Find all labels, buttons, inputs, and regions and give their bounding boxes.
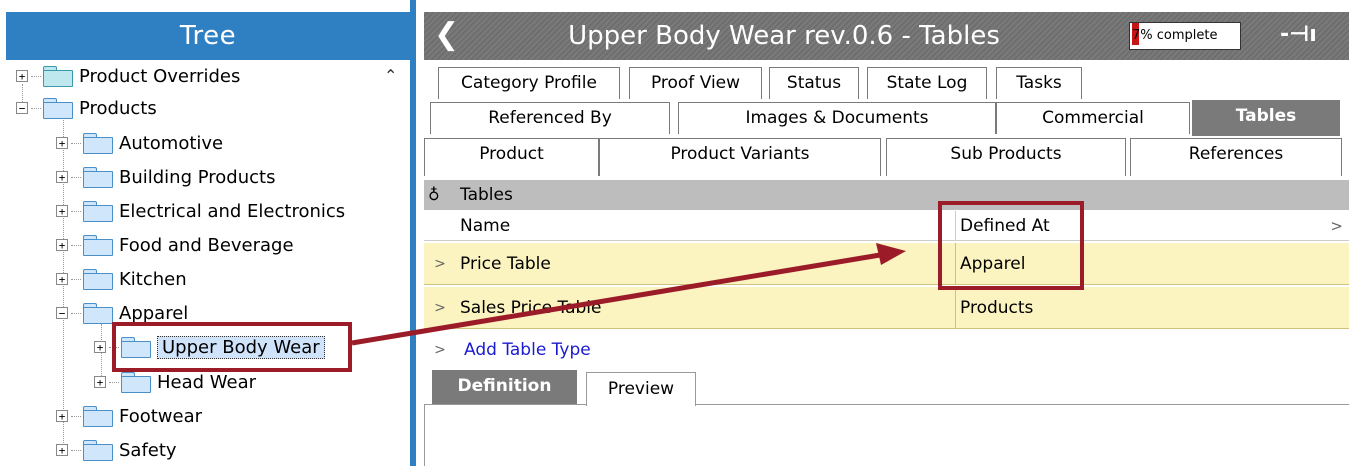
expand-icon[interactable]: + — [94, 341, 106, 353]
expand-icon[interactable]: + — [56, 171, 68, 183]
folder-icon — [83, 440, 113, 461]
table-row[interactable]: > Price Table Apparel — [424, 243, 1349, 285]
tree-item-product-overrides[interactable]: + Product Overrides — [16, 60, 240, 92]
tab-preview[interactable]: Preview — [586, 372, 696, 406]
tab-sub-products[interactable]: Sub Products — [886, 138, 1126, 176]
tree-panel: Tree ⌃ + Product Overrides − Products + … — [0, 0, 410, 466]
section-title: Tables — [460, 185, 513, 205]
column-header-name[interactable]: Name — [456, 211, 956, 240]
pin-icon[interactable]: ♁ — [428, 180, 440, 210]
window-title: Upper Body Wear rev.0.6 - Tables — [568, 21, 1000, 51]
tab-images-documents[interactable]: Images & Documents — [678, 102, 996, 134]
expand-icon[interactable]: + — [56, 444, 68, 456]
tree-item-label: Safety — [119, 439, 177, 461]
folder-icon — [83, 235, 113, 256]
row-expand-icon[interactable]: > — [424, 243, 456, 284]
folder-icon — [43, 98, 73, 119]
tab-category-profile[interactable]: Category Profile — [438, 67, 620, 99]
annotation-box — [938, 201, 1084, 290]
grid-header: Name Defined At > — [424, 211, 1349, 241]
tree-item-label: Footwear — [119, 405, 203, 427]
tree-item-label: Head Wear — [157, 371, 257, 393]
tree-item-label: Electrical and Electronics — [119, 200, 346, 222]
folder-icon — [83, 167, 113, 188]
collapse-icon[interactable]: − — [16, 102, 28, 114]
tab-proof-view[interactable]: Proof View — [629, 67, 762, 99]
expand-icon[interactable]: + — [56, 137, 68, 149]
expand-icon[interactable]: + — [56, 273, 68, 285]
cell-name: Sales Price Table — [456, 287, 956, 328]
tab-commercial[interactable]: Commercial — [996, 102, 1190, 134]
chevron-right-icon[interactable]: > — [1330, 211, 1343, 241]
expand-icon[interactable]: + — [94, 376, 106, 388]
definition-content — [424, 405, 1349, 466]
subtab-bar: Definition Preview — [424, 370, 1349, 406]
detail-panel: ❮ Upper Body Wear rev.0.6 - Tables 7% co… — [416, 0, 1349, 466]
tree-item-label: Kitchen — [119, 268, 187, 290]
folder-icon — [83, 406, 113, 427]
folder-icon — [83, 133, 113, 154]
folder-icon — [83, 269, 113, 290]
tree-item-products[interactable]: − Products — [16, 92, 157, 124]
expand-icon[interactable]: + — [56, 410, 68, 422]
add-row: > Add Table Type — [424, 331, 1349, 369]
title-bar: ❮ Upper Body Wear rev.0.6 - Tables 7% co… — [424, 12, 1349, 60]
row-expand-icon: > — [434, 342, 446, 358]
tab-state-log[interactable]: State Log — [867, 67, 987, 99]
folder-icon — [121, 372, 151, 393]
tab-status[interactable]: Status — [769, 67, 859, 99]
cell-name: Price Table — [456, 243, 956, 284]
progress-indicator: 7% complete — [1129, 22, 1241, 50]
tree-item-label: Apparel — [119, 302, 189, 324]
collapse-icon[interactable]: − — [56, 307, 68, 319]
tree-item-automotive[interactable]: + Automotive — [56, 127, 223, 159]
folder-icon — [83, 303, 113, 324]
expand-icon[interactable]: + — [16, 70, 28, 82]
tab-tasks[interactable]: Tasks — [996, 67, 1082, 99]
tree-item-footwear[interactable]: + Footwear — [56, 400, 202, 432]
tab-references[interactable]: References — [1130, 138, 1342, 176]
tab-referenced-by[interactable]: Referenced By — [430, 102, 670, 134]
tree-item-building-products[interactable]: + Building Products — [56, 161, 275, 193]
annotation-box — [112, 322, 352, 372]
tree-item-label: Building Products — [119, 166, 276, 188]
tab-product-variants[interactable]: Product Variants — [599, 138, 881, 176]
folder-icon — [43, 66, 73, 87]
tree-item-label: Automotive — [119, 132, 224, 154]
tree-item-kitchen[interactable]: + Kitchen — [56, 263, 187, 295]
tab-definition[interactable]: Definition — [432, 370, 577, 404]
back-icon[interactable]: ❮ — [434, 17, 459, 52]
add-table-type-link[interactable]: Add Table Type — [464, 331, 591, 369]
table-row[interactable]: > Sales Price Table Products — [424, 287, 1349, 329]
scroll-up-icon[interactable]: ⌃ — [384, 66, 397, 85]
pin-icon[interactable]: -⊣ı — [1280, 22, 1317, 47]
expand-icon[interactable]: + — [56, 239, 68, 251]
tab-tables[interactable]: Tables — [1192, 100, 1340, 136]
cell-defined-at: Products — [960, 298, 1034, 318]
tree-item-label: Food and Beverage — [119, 234, 294, 256]
expand-icon[interactable]: + — [56, 205, 68, 217]
tables-section-header: ♁ Tables — [424, 180, 1349, 210]
row-expand-icon[interactable]: > — [424, 287, 456, 328]
tree-item-food[interactable]: + Food and Beverage — [56, 229, 294, 261]
tree-item-electrical[interactable]: + Electrical and Electronics — [56, 195, 345, 227]
tree-item-safety[interactable]: + Safety — [56, 434, 177, 466]
folder-icon — [83, 201, 113, 222]
progress-text: 7% complete — [1132, 28, 1218, 43]
tree-item-label: Product Overrides — [79, 65, 241, 87]
tab-product[interactable]: Product — [424, 138, 599, 176]
tree-item-label: Products — [79, 97, 157, 119]
tree-header: Tree — [6, 12, 410, 60]
